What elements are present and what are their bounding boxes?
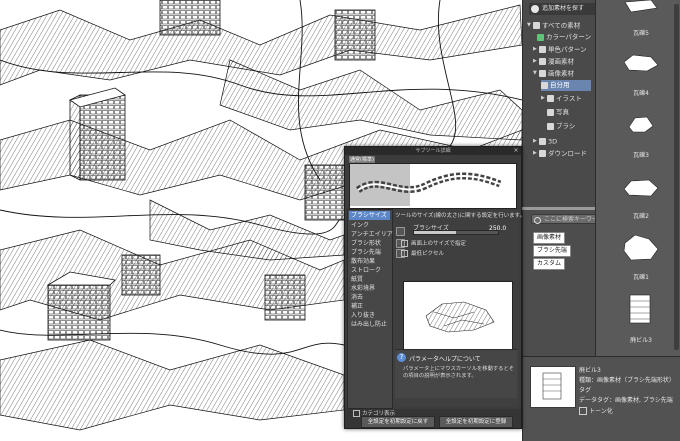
mono-pattern-icon [539, 46, 546, 53]
reset-all-button[interactable]: 全設定を初期設定に戻す [361, 416, 435, 428]
brush-stroke-sample [355, 172, 502, 194]
parameter-help: ? パラメータヘルプについて パラメータ上にマウスカーソルを移動するとその項目の… [395, 349, 517, 398]
dialog-title: サブツール詳細 [345, 147, 521, 155]
category-brush-shape[interactable]: ブラシ形状 [349, 239, 390, 248]
illustration-icon [547, 95, 554, 102]
category-overflow-prevention[interactable]: はみ出し防止 [349, 320, 390, 329]
thumbnail-rubble2[interactable] [621, 175, 661, 199]
category-stroke[interactable]: ストローク [349, 266, 390, 275]
manga-material-icon [539, 58, 546, 65]
thumbnail-ruined-building3[interactable] [626, 292, 656, 326]
ruined-building-preview [542, 372, 562, 400]
globe-icon [531, 5, 539, 13]
tree-item-manga-material[interactable]: ▶ 漫画素材 [533, 56, 574, 67]
thumbnail-label: 瓦礫4 [633, 90, 649, 97]
category-correction[interactable]: 補正 [349, 302, 390, 311]
material-tree-panel: 追加素材を探す ▼ すべての素材 カラーパターン ▶ 単色パターン ▶ 漫画素材 ▼ 画… [522, 0, 615, 207]
checkbox[interactable] [401, 250, 408, 257]
image-material-icon [539, 70, 546, 77]
brush-size-value: 250.0 [489, 225, 507, 232]
stroke-preview [349, 163, 517, 209]
thumbnail-scrollbar[interactable] [674, 4, 679, 350]
tree-item-brush[interactable]: ブラシ [547, 121, 575, 132]
thumbnail-rubble5[interactable] [621, 0, 661, 14]
close-icon[interactable]: × [513, 147, 519, 154]
material-kind: 種類：画像素材（ブラシ先端形状） [579, 377, 675, 384]
rubble-tip-shape [425, 301, 495, 333]
thumbnail-rubble1[interactable] [621, 233, 661, 263]
help-text: パラメータ上にマウスカーソルを移動するとその項目の説明が表示されます。 [403, 366, 514, 379]
tag-image-material[interactable]: 画像素材 [533, 232, 566, 244]
thumbnail-rubble4[interactable] [621, 52, 661, 74]
tree-item-3d[interactable]: ▶ 3D [533, 136, 557, 147]
min-pixel-option[interactable]: 最低ピクセル [401, 249, 444, 257]
category-brush-tip[interactable]: ブラシ先端 [349, 248, 390, 257]
tree-item-mono-pattern[interactable]: ▶ 単色パターン [533, 44, 587, 55]
tree-item-all-materials[interactable]: ▼ すべての素材 [527, 20, 580, 31]
category-list: ブラシサイズ インク アンチエイリアス ブラシ形状 ブラシ先端 散布効果 ストロ… [347, 209, 399, 409]
material-thumbnail-list: 瓦礫5 瓦礫4 瓦礫3 瓦礫2 瓦礫1 廃ビル3 [595, 0, 680, 356]
thumbnail-label: 廃ビル3 [630, 337, 652, 344]
settings-area: ツールのサイズ(線の太さ)に関する設定を行います。 ブラシサイズ 250.0 画… [393, 209, 526, 407]
thumbnail-label: 瓦礫2 [633, 213, 649, 220]
toon-checkbox[interactable] [579, 407, 587, 415]
category-antialias[interactable]: アンチエイリアス [349, 230, 399, 239]
brush-size-slider[interactable] [413, 230, 499, 235]
checkbox[interactable] [353, 410, 360, 417]
tag-brush-tip[interactable]: ブラシ先端 [533, 245, 571, 257]
category-ink[interactable]: インク [349, 221, 390, 230]
color-pattern-icon [537, 33, 544, 41]
screen-size-option[interactable]: 画面上のサイズで指定 [401, 239, 466, 247]
folder-icon [541, 81, 548, 89]
subtool-detail-dialog: サブツール詳細 × 通常(標準) ブラシサイズ インク アンチエイリアス ブラシ… [344, 146, 526, 429]
tree-item-color-pattern[interactable]: カラーパターン [537, 32, 591, 43]
category-brush-size[interactable]: ブラシサイズ [349, 211, 390, 220]
help-icon: ? [397, 353, 406, 362]
brush-size-row: ブラシサイズ 250.0 [395, 225, 517, 235]
thumbnail-label: 瓦礫3 [633, 152, 649, 159]
category-erase[interactable]: 消去 [349, 293, 390, 302]
thumbnail-label: 瓦礫1 [633, 274, 649, 281]
category-spray[interactable]: 散布効果 [349, 257, 390, 266]
folder-icon [533, 22, 540, 29]
3d-icon [539, 138, 546, 145]
category-description: ツールのサイズ(線の太さ)に関する設定を行います。 [395, 213, 526, 219]
thumbnail-rubble3[interactable] [621, 113, 661, 135]
tag-custom[interactable]: カスタム [533, 258, 566, 270]
category-taper[interactable]: 入り抜き [349, 311, 390, 320]
help-title: パラメータヘルプについて [409, 356, 481, 363]
register-default-button[interactable]: 全設定を初期設定に登録 [439, 416, 513, 428]
material-name: 廃ビル3 [579, 367, 601, 374]
material-tags: データタグ：画像素材, ブラシ先端 [579, 397, 673, 404]
tree-item-personal[interactable]: 自分用 [541, 80, 591, 91]
material-preview [530, 366, 576, 408]
checkbox[interactable] [401, 240, 408, 247]
tag-panel: ここに検索キーワード 画像素材 ブラシ先端 カスタム [522, 210, 615, 356]
thumbnail-label: 瓦礫5 [633, 30, 649, 37]
brush-size-fill [414, 231, 456, 234]
download-icon [539, 150, 546, 157]
tree-item-photo[interactable]: 写真 [547, 107, 569, 118]
dialog-footer: カテゴリ表示 全設定を初期設定に戻す 全設定を初期設定に登録 [345, 409, 521, 428]
toon-label: トーン化 [589, 408, 613, 415]
material-info-panel: 廃ビル3 種類：画像素材（ブラシ先端形状） タグ データタグ：画像素材, ブラシ… [522, 356, 680, 441]
brush-icon [547, 122, 554, 130]
tree-item-illustration[interactable]: ▶ イラスト [541, 93, 582, 104]
material-count: タグ [579, 387, 592, 394]
category-paper[interactable]: 紙質 [349, 275, 390, 284]
photo-icon [547, 108, 554, 116]
brush-tip-preview [403, 281, 513, 351]
tree-item-image-material[interactable]: ▼ 画像素材 [533, 68, 574, 79]
tree-item-download[interactable]: ▶ ダウンロード [533, 148, 587, 159]
category-watercolor-edge[interactable]: 水彩境界 [349, 284, 390, 293]
search-icon [534, 217, 541, 224]
